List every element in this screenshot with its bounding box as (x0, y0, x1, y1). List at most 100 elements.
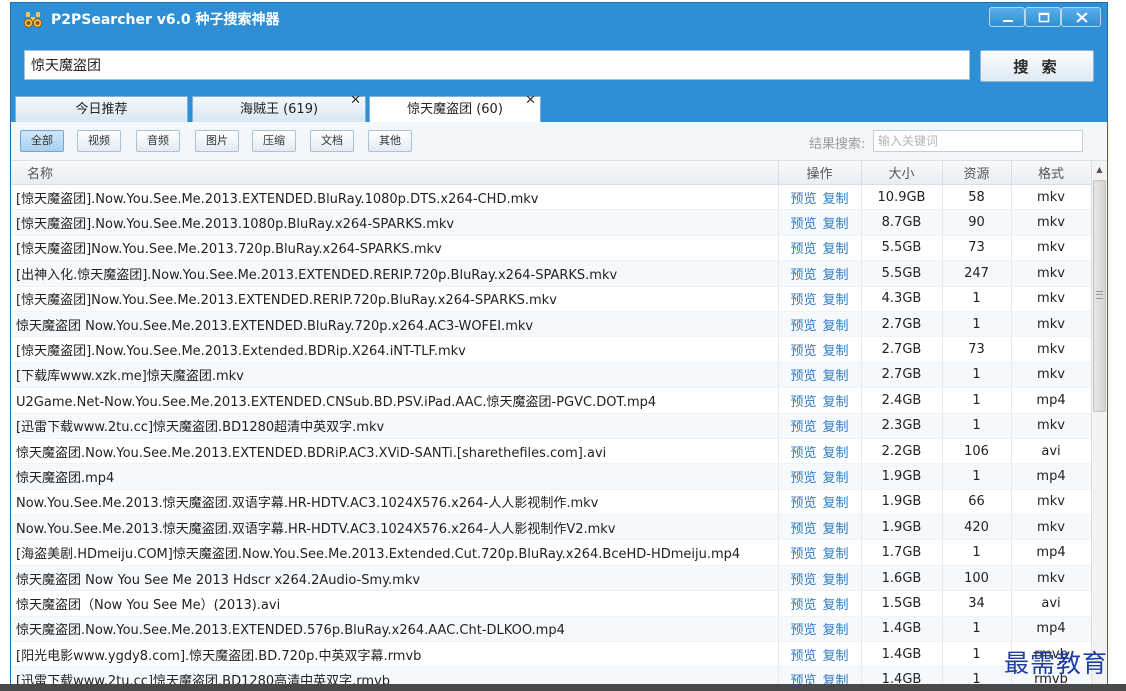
copy-link[interactable]: 复制 (823, 395, 849, 410)
copy-link[interactable]: 复制 (823, 547, 849, 562)
column-header-sources[interactable]: 资源 (942, 161, 1012, 185)
row-format: mkv (1011, 413, 1091, 439)
table-row[interactable]: [下载库www.xzk.me]惊天魔盗团.mkv 预览 复制 2.7GB 1 mkv (11, 362, 1091, 389)
preview-link[interactable]: 预览 (790, 446, 816, 461)
table-row[interactable]: 惊天魔盗团 Now.You.See.Me.2013.EXTENDED.BluRa… (11, 311, 1091, 338)
table-row[interactable]: [出神入化.惊天魔盗团].Now.You.See.Me.2013.EXTENDE… (11, 260, 1091, 287)
preview-link[interactable]: 预览 (790, 319, 816, 334)
preview-link[interactable]: 预览 (790, 522, 816, 537)
copy-link[interactable]: 复制 (823, 471, 849, 486)
window-title: P2PSearcher v6.0 种子搜索神器 (51, 12, 280, 28)
preview-link[interactable]: 预览 (790, 192, 816, 207)
title-bar[interactable]: P2PSearcher v6.0 种子搜索神器 (11, 3, 1107, 37)
tab-one-piece[interactable]: 海贼王 (619) ✕ (192, 93, 366, 123)
row-size: 1.9GB (861, 514, 943, 541)
table-row[interactable]: [惊天魔盗团].Now.You.See.Me.2013.Extended.BDR… (11, 336, 1091, 363)
preview-link[interactable]: 预览 (790, 547, 816, 562)
row-format: mp4 (1011, 387, 1091, 414)
table-row[interactable]: 惊天魔盗团（Now You See Me）(2013).avi 预览 复制 1.5GB… (11, 590, 1091, 617)
row-size: 1.5GB (861, 590, 943, 617)
maximize-button[interactable] (1025, 7, 1061, 27)
row-format: mp4 (1011, 539, 1091, 566)
preview-link[interactable]: 预览 (790, 420, 816, 435)
table-row[interactable]: [惊天魔盗团].Now.You.See.Me.2013.EXTENDED.Blu… (11, 184, 1091, 211)
tab-today-recommend[interactable]: 今日推荐 (15, 96, 188, 123)
table-row[interactable]: [海盗美剧.HDmeiju.COM]惊天魔盗团.Now.You.See.Me.2… (11, 539, 1091, 566)
copy-link[interactable]: 复制 (823, 344, 849, 359)
row-format: mkv (1011, 514, 1091, 541)
vertical-scrollbar[interactable]: ▲ (1091, 161, 1107, 686)
preview-link[interactable]: 预览 (790, 369, 816, 384)
copy-link[interactable]: 复制 (823, 623, 849, 638)
preview-link[interactable]: 预览 (790, 598, 816, 613)
preview-link[interactable]: 预览 (790, 496, 816, 511)
copy-link[interactable]: 复制 (823, 598, 849, 613)
column-header-ops[interactable]: 操作 (778, 161, 862, 185)
column-header-name[interactable]: 名称 (11, 161, 779, 185)
table-row[interactable]: 惊天魔盗团 Now You See Me 2013 Hdscr x264.2Au… (11, 565, 1091, 592)
table-row[interactable]: [惊天魔盗团]Now.You.See.Me.2013.720p.BluRay.x… (11, 235, 1091, 262)
tab-close-icon[interactable]: ✕ (350, 91, 361, 111)
copy-link[interactable]: 复制 (823, 573, 849, 588)
table-row[interactable]: [迅雷下载www.2tu.cc]惊天魔盗团.BD1280超清中英双字.mkv 预览… (11, 413, 1091, 439)
filter-video-button[interactable]: 视频 (77, 130, 121, 152)
table-row[interactable]: [阳光电影www.ygdy8.com].惊天魔盗团.BD.720p.中英双字幕.… (11, 641, 1091, 668)
copy-link[interactable]: 复制 (823, 319, 849, 334)
table-row[interactable]: Now.You.See.Me.2013.惊天魔盗团.双语字幕.HR-HDTV.A… (11, 489, 1091, 516)
copy-link[interactable]: 复制 (823, 446, 849, 461)
row-sources: 106 (942, 438, 1012, 465)
preview-link[interactable]: 预览 (790, 471, 816, 486)
tab-now-you-see-me[interactable]: 惊天魔盗团 (60) ✕ (369, 93, 541, 124)
preview-link[interactable]: 预览 (790, 344, 816, 359)
filter-other-button[interactable]: 其他 (368, 130, 412, 152)
filter-image-button[interactable]: 图片 (195, 130, 239, 152)
table-row[interactable]: 惊天魔盗团.Now.You.See.Me.2013.EXTENDED.576p.… (11, 616, 1091, 643)
table-row[interactable]: 惊天魔盗团.mp4 预览 复制 1.9GB 1 mp4 (11, 463, 1091, 490)
row-file-name: [下载库www.xzk.me]惊天魔盗团.mkv (11, 362, 779, 389)
copy-link[interactable]: 复制 (823, 420, 849, 435)
close-window-button[interactable] (1061, 7, 1101, 27)
copy-link[interactable]: 复制 (823, 192, 849, 207)
filter-audio-button[interactable]: 音频 (136, 130, 180, 152)
minimize-button[interactable] (989, 7, 1025, 27)
table-row[interactable]: Now.You.See.Me.2013.惊天魔盗团.双语字幕.HR-HDTV.A… (11, 514, 1091, 541)
preview-link[interactable]: 预览 (790, 395, 816, 410)
row-format: mkv (1011, 336, 1091, 363)
table-row[interactable]: [惊天魔盗团]Now.You.See.Me.2013.EXTENDED.RERI… (11, 286, 1091, 312)
column-header-size[interactable]: 大小 (861, 161, 943, 185)
column-header-format[interactable]: 格式 (1011, 161, 1091, 185)
table-row[interactable]: U2Game.Net-Now.You.See.Me.2013.EXTENDED.… (11, 387, 1091, 414)
copy-link[interactable]: 复制 (823, 268, 849, 283)
filter-archive-button[interactable]: 压缩 (252, 130, 296, 152)
copy-link[interactable]: 复制 (823, 217, 849, 232)
copy-link[interactable]: 复制 (823, 293, 849, 308)
preview-link[interactable]: 预览 (790, 293, 816, 308)
row-file-name: 惊天魔盗团.Now.You.See.Me.2013.EXTENDED.576p.… (11, 616, 779, 643)
search-button[interactable]: 搜 索 (980, 50, 1094, 82)
scroll-up-arrow-icon[interactable]: ▲ (1092, 161, 1107, 178)
filter-document-button[interactable]: 文档 (310, 130, 354, 152)
result-search-input[interactable] (873, 130, 1083, 152)
preview-link[interactable]: 预览 (790, 573, 816, 588)
scroll-grip-icon (1096, 291, 1103, 299)
preview-link[interactable]: 预览 (790, 242, 816, 257)
row-size: 1.6GB (861, 565, 943, 592)
filter-all-button[interactable]: 全部 (20, 130, 64, 152)
tab-close-icon[interactable]: ✕ (525, 91, 536, 111)
row-size: 1.4GB (861, 616, 943, 643)
copy-link[interactable]: 复制 (823, 496, 849, 511)
preview-link[interactable]: 预览 (790, 649, 816, 664)
copy-link[interactable]: 复制 (823, 369, 849, 384)
search-input[interactable] (24, 50, 970, 80)
preview-link[interactable]: 预览 (790, 217, 816, 232)
preview-link[interactable]: 预览 (790, 623, 816, 638)
copy-link[interactable]: 复制 (823, 522, 849, 537)
preview-link[interactable]: 预览 (790, 268, 816, 283)
row-size: 5.5GB (861, 235, 943, 262)
copy-link[interactable]: 复制 (823, 649, 849, 664)
table-row[interactable]: 惊天魔盗团.Now.You.See.Me.2013.EXTENDED.BDRiP… (11, 438, 1091, 465)
row-file-name: [惊天魔盗团]Now.You.See.Me.2013.720p.BluRay.x… (11, 235, 779, 262)
copy-link[interactable]: 复制 (823, 242, 849, 257)
scrollbar-thumb[interactable] (1093, 180, 1106, 412)
table-row[interactable]: [惊天魔盗团].Now.You.See.Me.2013.1080p.BluRay… (11, 209, 1091, 236)
